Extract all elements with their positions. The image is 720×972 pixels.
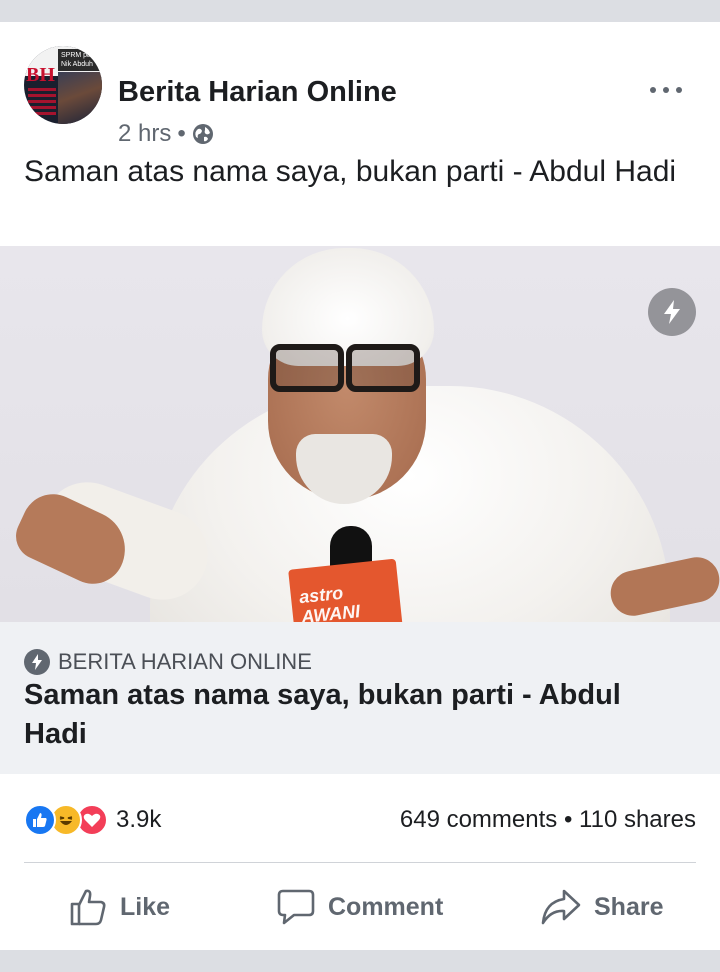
post-header: BH SPRM pa Nik Abduh Berita Harian Onlin… [0, 22, 720, 147]
post-photo[interactable]: astro AWANI [0, 246, 720, 622]
link-source-label: BERITA HARIAN ONLINE [58, 649, 312, 674]
avatar-logo: BH [26, 64, 55, 86]
link-source: BERITA HARIAN ONLINE [24, 648, 312, 676]
comment-bubble-icon [276, 887, 316, 927]
page-name[interactable]: Berita Harian Online [118, 76, 397, 109]
share-button[interactable]: Share [540, 882, 663, 932]
comment-button[interactable]: Comment [276, 882, 443, 932]
lightning-icon [648, 288, 696, 336]
like-label: Like [120, 892, 171, 921]
photo-glasses-right [346, 344, 420, 392]
globe-icon [192, 123, 214, 145]
post-actions: Like Comment Share [0, 874, 720, 940]
thumbs-up-icon [68, 887, 108, 927]
meta-separator: • [177, 120, 186, 147]
more-options-icon[interactable] [644, 76, 688, 104]
share-arrow-icon [540, 887, 582, 927]
feed-post: BH SPRM pa Nik Abduh Berita Harian Onlin… [0, 22, 720, 950]
lightning-icon [24, 649, 50, 675]
comment-label: Comment [328, 892, 444, 921]
shares-count[interactable]: 110 shares [579, 806, 696, 833]
comments-count[interactable]: 649 comments [400, 806, 557, 833]
like-reaction-icon [24, 804, 56, 836]
photo-glasses-left [270, 344, 344, 392]
avatar-thumb-image [58, 72, 102, 124]
share-label: Share [594, 892, 664, 921]
post-message: Saman atas nama saya, bukan parti - Abdu… [24, 155, 677, 188]
counts-separator: • [563, 806, 573, 833]
post-meta: 2 hrs • [118, 120, 214, 148]
engagement-counts: 649 comments • 110 shares [400, 806, 696, 834]
post-stats: 3.9k 649 comments • 110 shares [0, 796, 720, 844]
avatar-decoration [28, 88, 56, 118]
page-avatar[interactable]: BH SPRM pa Nik Abduh [24, 46, 102, 124]
actions-divider [24, 862, 696, 863]
like-button[interactable]: Like [68, 882, 170, 932]
avatar-thumb-text: SPRM pa Nik Abduh [58, 49, 102, 71]
reaction-count: 3.9k [116, 806, 162, 833]
reactions-summary[interactable]: 3.9k [24, 804, 161, 836]
link-title[interactable]: Saman atas nama saya, bukan parti - Abdu… [24, 676, 684, 754]
post-time[interactable]: 2 hrs [118, 120, 171, 148]
